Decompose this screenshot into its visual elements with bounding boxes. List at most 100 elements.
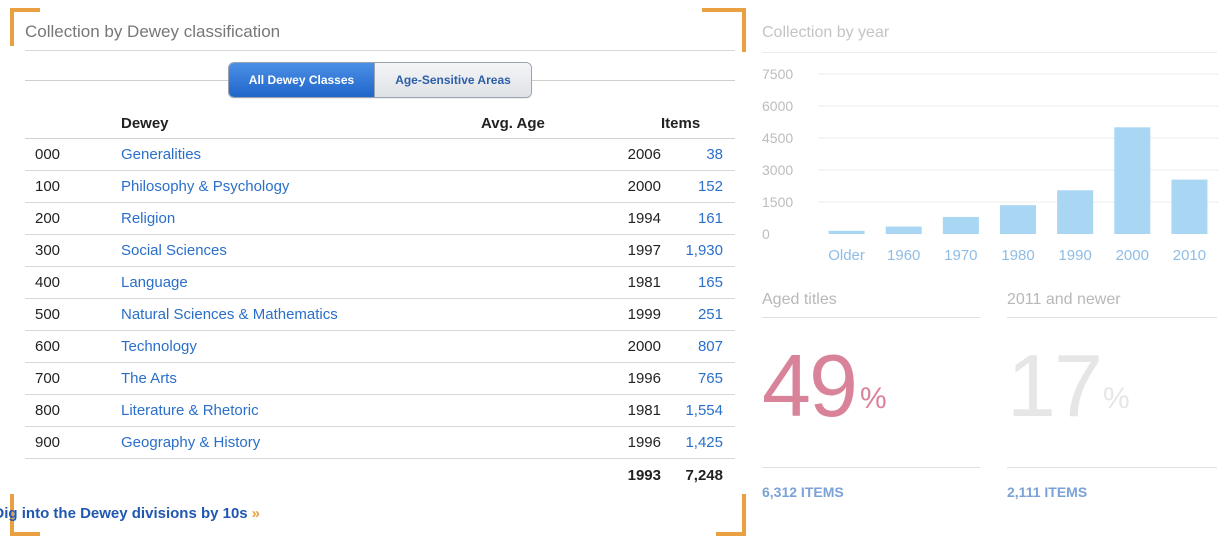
newer-items-count[interactable]: 2,111 ITEMS	[1007, 484, 1087, 500]
corner-bracket-top-left-vertical	[10, 8, 14, 46]
bar-1980[interactable]	[1000, 205, 1036, 234]
tab-all-dewey-classes[interactable]: All Dewey Classes	[229, 63, 374, 97]
header-items: Items	[661, 108, 735, 139]
table-row: 000 Generalities 2006 38	[25, 138, 735, 171]
table-header-row: Dewey Avg. Age Items	[25, 108, 735, 139]
corner-bracket-bottom-left	[10, 532, 40, 536]
row-avg-age: 2000	[481, 330, 661, 363]
header-avg-age: Avg. Age	[481, 108, 661, 139]
row-name-link[interactable]: Geography & History	[121, 434, 260, 451]
x-tick-label: Older	[828, 247, 865, 264]
row-items-link[interactable]: 1,425	[685, 434, 723, 451]
row-code: 100	[25, 170, 121, 203]
row-items-link[interactable]: 38	[706, 146, 723, 163]
newer-bottom-divider	[1007, 467, 1217, 468]
table-row: 700 The Arts 1996 765	[25, 362, 735, 395]
table-row: 200 Religion 1994 161	[25, 202, 735, 235]
newer-titles-label: 2011 and newer	[1007, 291, 1121, 308]
table-row: 400 Language 1981 165	[25, 266, 735, 299]
row-items-link[interactable]: 1,930	[685, 242, 723, 259]
newer-divider	[1007, 317, 1217, 318]
bar-1970[interactable]	[942, 216, 979, 234]
corner-bracket-top-right-vertical	[742, 8, 746, 52]
aged-percent-sign: %	[860, 382, 887, 415]
chart-title-divider	[762, 52, 1217, 53]
aged-bottom-divider	[762, 467, 980, 468]
row-avg-age: 2006	[481, 138, 661, 171]
row-name-link[interactable]: Generalities	[121, 146, 201, 163]
y-tick-label: 0	[762, 226, 770, 242]
row-code: 400	[25, 266, 121, 299]
corner-bracket-top-left	[10, 8, 40, 12]
corner-bracket-bottom-right	[716, 532, 746, 536]
newer-percent-value: 17	[1007, 336, 1103, 435]
table-row: 500 Natural Sciences & Mathematics 1999 …	[25, 298, 735, 331]
corner-bracket-bottom-right-vertical	[742, 494, 746, 534]
aged-divider	[762, 317, 980, 318]
row-items-link[interactable]: 807	[698, 338, 723, 355]
bar-1990[interactable]	[1057, 190, 1094, 234]
row-name-link[interactable]: Literature & Rhetoric	[121, 402, 259, 419]
row-code: 300	[25, 234, 121, 267]
dewey-view-toggle: All Dewey Classes Age-Sensitive Areas	[228, 62, 532, 98]
chart-title: Collection by year	[762, 24, 890, 41]
row-items-link[interactable]: 165	[698, 274, 723, 291]
totals-row: 1993 7,248	[25, 459, 735, 492]
tab-age-sensitive-areas[interactable]: Age-Sensitive Areas	[374, 63, 531, 97]
row-avg-age: 1997	[481, 234, 661, 267]
dewey-table: Dewey Avg. Age Items 000 Generalities 20…	[25, 108, 735, 491]
x-tick-label: 1960	[887, 247, 920, 264]
dewey-panel: Collection by Dewey classification All D…	[0, 0, 750, 537]
aged-items-count[interactable]: 6,312 ITEMS	[762, 484, 844, 500]
row-name-link[interactable]: The Arts	[121, 370, 177, 387]
bar-older[interactable]	[828, 230, 865, 234]
row-code: 900	[25, 426, 121, 459]
y-tick-label: 3000	[762, 162, 793, 178]
row-items-link[interactable]: 765	[698, 370, 723, 387]
row-name-link[interactable]: Social Sciences	[121, 242, 227, 259]
row-avg-age: 1981	[481, 394, 661, 427]
row-avg-age: 2000	[481, 170, 661, 203]
total-items: 7,248	[685, 466, 723, 484]
newer-percent-sign: %	[1103, 382, 1130, 415]
row-code: 800	[25, 394, 121, 427]
y-tick-label: 7500	[762, 66, 793, 82]
table-row: 600 Technology 2000 807	[25, 330, 735, 363]
table-row: 800 Literature & Rhetoric 1981 1,554	[25, 394, 735, 427]
bar-2010[interactable]	[1171, 179, 1208, 234]
title-divider	[25, 50, 735, 51]
row-code: 200	[25, 202, 121, 235]
header-dewey: Dewey	[121, 108, 481, 139]
row-items-link[interactable]: 152	[698, 178, 723, 195]
row-name-link[interactable]: Language	[121, 274, 188, 291]
double-chevron-right-icon: »	[251, 505, 260, 522]
bar-1960[interactable]	[885, 226, 922, 234]
row-avg-age: 1994	[481, 202, 661, 235]
row-avg-age: 1996	[481, 362, 661, 395]
row-items-link[interactable]: 161	[698, 210, 723, 227]
dig-link-label: Dig into the Dewey divisions by 10s	[0, 505, 248, 522]
table-row: 100 Philosophy & Psychology 2000 152	[25, 170, 735, 203]
y-tick-label: 4500	[762, 130, 793, 146]
row-code: 700	[25, 362, 121, 395]
x-tick-label: 2000	[1116, 247, 1149, 264]
row-items-link[interactable]: 1,554	[685, 402, 723, 419]
collection-by-year-chart: 7500 6000 4500 3000 1500 0 Older 1960 1970 1980 19…	[762, 66, 1218, 264]
row-name-link[interactable]: Philosophy & Psychology	[121, 178, 289, 195]
year-panel: Collection by year 7500 6000 4500 3000 1500 0…	[760, 0, 1225, 537]
x-tick-label: 1970	[944, 247, 977, 264]
row-name-link[interactable]: Religion	[121, 210, 175, 227]
row-name-link[interactable]: Natural Sciences & Mathematics	[121, 306, 338, 323]
table-row: 300 Social Sciences 1997 1,930	[25, 234, 735, 267]
row-items-link[interactable]: 251	[698, 306, 723, 323]
aged-percent-value: 49	[762, 336, 858, 435]
dig-into-divisions-link[interactable]: Dig into the Dewey divisions by 10s»	[0, 505, 260, 522]
dewey-panel-title: Collection by Dewey classification	[25, 22, 281, 41]
row-avg-age: 1999	[481, 298, 661, 331]
bar-2000[interactable]	[1114, 127, 1151, 234]
y-tick-label: 6000	[762, 98, 793, 114]
row-name-link[interactable]: Technology	[121, 338, 197, 355]
x-tick-label: 2010	[1173, 247, 1206, 264]
total-avg-age: 1993	[627, 466, 661, 484]
aged-titles-label: Aged titles	[762, 291, 837, 308]
